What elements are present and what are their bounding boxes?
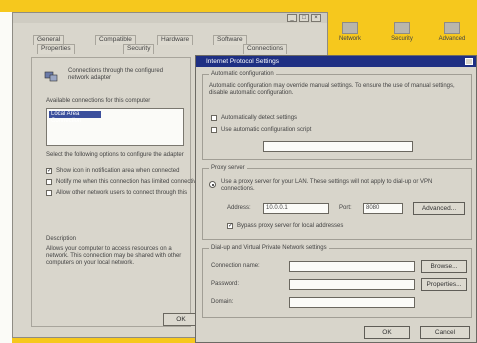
browse-button[interactable]: Browse... [421,260,467,273]
group-legend: Automatic configuration [209,71,276,77]
description-text: Allows your computer to access resources… [46,246,182,266]
maximize-button[interactable]: □ [299,14,309,22]
tab-strip: General Compatible Hardware Software Pro… [33,35,313,55]
port-label: Port: [339,205,352,211]
properties-description: Select the following options to configur… [46,152,184,158]
dialog-cancel-button[interactable]: Cancel [420,326,470,339]
toolbar-label: Advanced [438,36,466,42]
password-label: Password: [211,281,240,287]
description-label: Description [46,236,77,242]
list-label: Available connections for this computer [46,98,151,104]
left-margin [0,12,12,343]
tab-hardware[interactable]: Hardware [157,35,194,45]
group-description: Use a proxy server for your LAN. These s… [221,179,433,192]
password-input[interactable] [289,279,415,290]
tab-panel: Connections through the configured netwo… [31,57,202,327]
toolbar-item-security[interactable]: Security [382,18,422,52]
toolbar-label: Network [338,36,361,42]
network-icon [342,22,358,34]
properties-button[interactable]: Properties... [421,278,467,291]
minimize-button[interactable]: _ [287,14,297,22]
ok-button[interactable]: OK [163,313,199,326]
checkbox-auto-detect[interactable] [211,115,217,121]
proxy-address-input[interactable]: 10.0.0.1 [263,203,329,214]
checkbox-label: Automatically detect settings [221,115,298,121]
tab-properties[interactable]: Properties [37,44,75,54]
shield-icon [394,22,410,34]
checkbox-allow-sharing[interactable] [46,190,52,196]
protocol-settings-dialog: Internet Protocol Settings Automatic con… [195,55,477,343]
checkbox-label: Notify me when this connection has limit… [56,179,203,185]
group-legend: Dial-up and Virtual Private Network sett… [209,245,329,251]
dialog-titlebar[interactable]: Internet Protocol Settings [196,56,476,67]
close-button[interactable]: × [311,14,321,22]
window-titlebar[interactable]: _ □ × [13,13,327,23]
window-controls: _ □ × [287,14,321,22]
proxy-radio[interactable] [209,181,216,188]
tab-connections[interactable]: Connections [243,44,288,54]
group-description: Automatic configuration may override man… [209,83,455,96]
toolbar-label: Security [391,36,413,42]
domain-input[interactable] [289,297,415,308]
connection-name-input[interactable] [289,261,415,272]
address-label: Address: [227,205,251,211]
checkbox-label: Show icon in notification area when conn… [56,168,180,174]
list-item-selected[interactable]: Local Area Connection [49,111,101,124]
toolbar-item-network[interactable]: Network [330,18,370,52]
group-legend: Proxy server [209,165,247,171]
checkbox-label: Allow other network users to connect thr… [56,190,188,196]
checkbox-show-icon[interactable]: ✓ [46,168,52,174]
script-address-input[interactable] [263,141,413,152]
tab-software[interactable]: Software [213,35,247,45]
gear-icon [444,22,460,34]
dialog-title: Internet Protocol Settings [206,58,279,65]
connections-listbox[interactable]: Local Area Connection [46,108,184,146]
dialog-close-button[interactable] [465,58,473,65]
toolbar-item-advanced[interactable]: Advanced [432,18,472,52]
proxy-port-input[interactable]: 8080 [363,203,403,214]
proxy-server-group: Proxy server Use a proxy server for your… [202,165,472,240]
dialup-vpn-group: Dial-up and Virtual Private Network sett… [202,245,472,318]
dialog-ok-button[interactable]: OK [364,326,410,339]
checkbox-label: Use automatic configuration script [221,127,312,133]
checkbox-label: Bypass proxy server for local addresses [237,223,344,229]
checkbox-bypass-local[interactable]: ✓ [227,223,233,229]
domain-label: Domain: [211,299,234,305]
network-adapter-icon [44,71,58,82]
automatic-config-group: Automatic configuration Automatic config… [202,71,472,160]
checkbox-auto-script[interactable] [211,127,217,133]
advanced-button[interactable]: Advanced... [413,202,465,215]
connection-name-label: Connection name: [211,263,260,269]
tab-security[interactable]: Security [123,44,155,54]
connections-description: Connections through the configured netwo… [68,68,164,81]
checkbox-notify[interactable] [46,179,52,185]
